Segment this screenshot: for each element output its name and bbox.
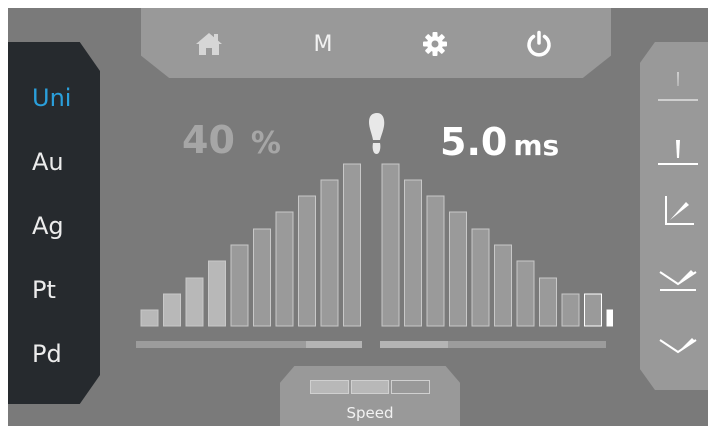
power-level-bar[interactable]: [275, 211, 294, 327]
speed-panel: Speed: [280, 366, 460, 426]
power-value: 40: [182, 118, 235, 162]
pulse-level-bar[interactable]: [494, 244, 512, 327]
power-slider-fill: [136, 341, 306, 348]
power-readout: 40%: [182, 118, 281, 162]
metal-pd[interactable]: Pd: [8, 340, 100, 368]
top-bar: M: [141, 8, 611, 78]
footprint-icon: [369, 113, 385, 154]
power-level-bar[interactable]: [298, 195, 316, 327]
metal-ag[interactable]: Ag: [8, 212, 100, 240]
pulse-level-bar[interactable]: [471, 228, 490, 327]
speed-segment[interactable]: [310, 380, 349, 394]
power-icon: [527, 30, 551, 57]
level-bars: [140, 163, 613, 327]
speed-label: Speed: [346, 404, 394, 422]
power-level-bar[interactable]: [163, 293, 181, 327]
metal-au[interactable]: Au: [8, 148, 100, 176]
mode-spot[interactable]: [656, 130, 700, 170]
speed-segment[interactable]: [391, 380, 431, 394]
v-weld-left-icon: [659, 270, 697, 291]
mode-spot-thin[interactable]: [656, 66, 700, 106]
home-icon: [196, 33, 222, 55]
metal-uni[interactable]: Uni: [8, 84, 100, 112]
pulse-level-bar[interactable]: [404, 179, 422, 327]
settings-button[interactable]: [417, 26, 453, 62]
power-level-bar[interactable]: [343, 163, 361, 327]
weld-control-screen: M Uni Au Ag Pt Pd 40 % 5.0 ms Speed: [8, 8, 708, 426]
speed-segment[interactable]: [350, 380, 390, 394]
pulse-level-bar-selected[interactable]: [606, 309, 613, 327]
metal-selector: Uni Au Ag Pt Pd: [8, 42, 100, 404]
mode-v-left[interactable]: [656, 256, 700, 296]
speed-selector[interactable]: [310, 380, 431, 394]
power-level-bar[interactable]: [253, 228, 271, 327]
pulse-level-bar[interactable]: [449, 211, 467, 327]
pulse-level-bar[interactable]: [381, 163, 400, 327]
spot-weld-thin-icon: [658, 72, 698, 101]
angle-weld-icon: [665, 196, 694, 225]
power-level-bar[interactable]: [208, 260, 226, 327]
home-button[interactable]: [191, 26, 227, 62]
power-button[interactable]: [521, 26, 557, 62]
spot-weld-icon: [658, 140, 698, 165]
gear-icon: [423, 32, 447, 56]
power-slider[interactable]: [136, 341, 362, 348]
power-level-bar[interactable]: [230, 244, 249, 327]
mode-label: M: [313, 31, 333, 57]
pulse-slider[interactable]: [380, 341, 606, 348]
pulse-slider-fill: [380, 341, 448, 348]
power-unit: %: [250, 126, 281, 161]
metal-pt[interactable]: Pt: [8, 276, 100, 304]
mode-angle[interactable]: [656, 192, 700, 232]
power-level-bar[interactable]: [140, 309, 159, 327]
power-level-bar[interactable]: [185, 277, 204, 327]
pulse-level-bar[interactable]: [561, 293, 580, 327]
v-weld-right-icon: [659, 338, 697, 354]
pulse-level-bar[interactable]: [426, 195, 445, 327]
weld-mode-panel: [640, 42, 708, 390]
mode-v-right[interactable]: [656, 320, 700, 360]
pulse-level-bar[interactable]: [539, 277, 557, 327]
power-level-bar[interactable]: [320, 179, 339, 327]
manual-mode-button[interactable]: M: [305, 26, 341, 62]
pulse-level-bar[interactable]: [584, 293, 602, 327]
pulse-level-bar[interactable]: [516, 260, 535, 327]
